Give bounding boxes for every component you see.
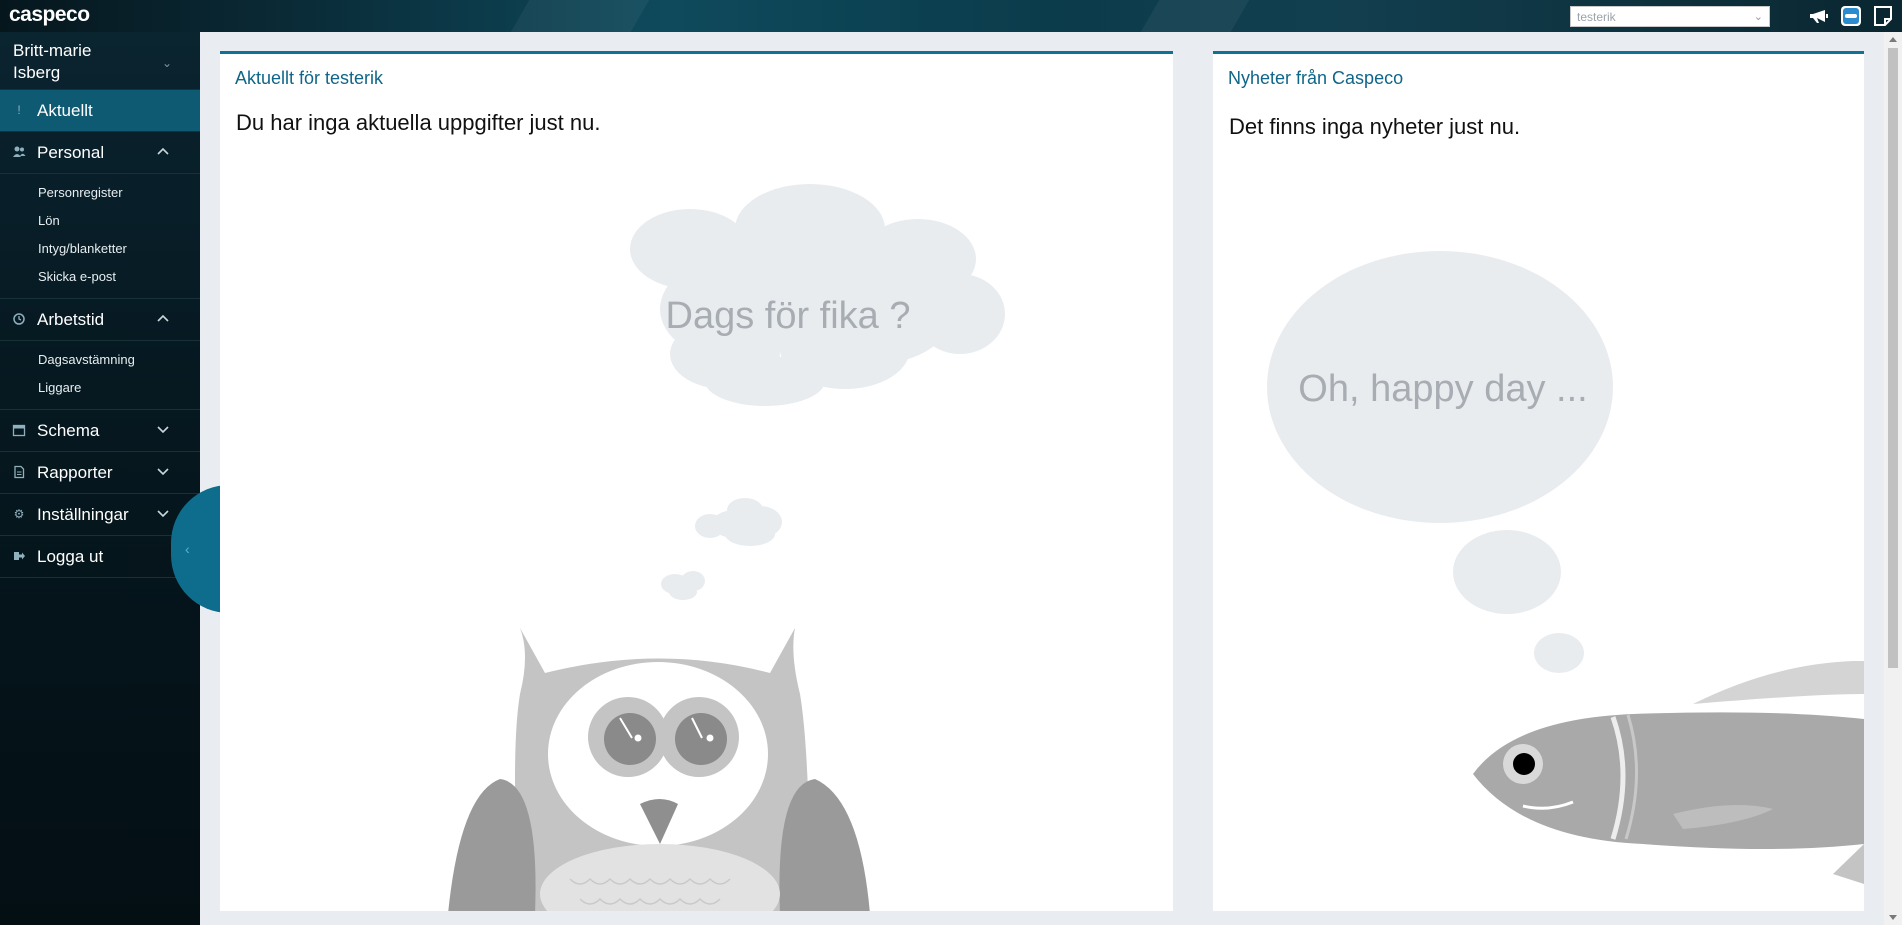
chevron-down-icon: ⌄ — [1753, 11, 1763, 23]
aktuellt-panel: Aktuellt för testerik Du har inga aktuel… — [220, 51, 1173, 911]
chevron-down-icon — [157, 468, 169, 476]
clock-icon — [13, 313, 25, 325]
sidebar-item-installningar[interactable]: ⚙ Inställningar — [0, 494, 200, 536]
sidebar-subitem[interactable]: Liggare — [0, 373, 200, 401]
thought-bubble-text: Oh, happy day ... — [1298, 368, 1587, 410]
sidebar-item-label: Personal — [37, 142, 105, 162]
sidebar-item-aktuellt[interactable]: ! Aktuellt — [0, 90, 200, 132]
arbetstid-submenu: Dagsavstämning Liggare — [0, 341, 200, 410]
chevron-down-icon — [157, 510, 169, 518]
sidebar-subitem[interactable]: Skicka e-post — [0, 262, 200, 290]
sidebar-item-label: Rapporter — [37, 462, 113, 482]
sidebar-item-label: Inställningar — [37, 504, 129, 524]
chevron-up-icon — [157, 314, 169, 322]
sidebar-item-rapporter[interactable]: Rapporter — [0, 452, 200, 494]
header-decoration — [510, 0, 650, 32]
gear-icon: ⚙ — [13, 507, 25, 521]
scroll-down-arrow[interactable] — [1889, 915, 1897, 920]
sidebar-item-arbetstid[interactable]: Arbetstid — [0, 299, 200, 341]
user-name-last: Isberg — [13, 63, 61, 82]
personal-submenu: Personregister Lön Intyg/blanketter Skic… — [0, 174, 200, 299]
sidebar-item-label: Schema — [37, 420, 100, 440]
header-decoration — [1140, 0, 1250, 32]
user-select[interactable]: testerik ⌄ — [1570, 6, 1770, 27]
user-select-value: testerik — [1577, 9, 1616, 24]
fish-illustration: Oh, happy day ... — [1267, 251, 1864, 884]
sidebar-item-personal[interactable]: Personal — [0, 132, 200, 174]
sidebar-subitem[interactable]: Personregister — [0, 178, 200, 206]
document-icon — [14, 465, 25, 479]
sidebar-item-label: Logga ut — [37, 546, 104, 566]
help-chat-icon[interactable] — [1840, 5, 1862, 27]
scroll-up-arrow[interactable] — [1889, 37, 1897, 42]
top-bar: caspeco testerik ⌄ — [0, 0, 1902, 32]
sidebar-item-label: Aktuellt — [37, 100, 93, 120]
thought-bubble-text: Dags för fika ? — [666, 295, 911, 337]
exclamation-icon: ! — [17, 103, 21, 117]
chevron-left-icon: ‹ — [185, 541, 190, 557]
chevron-up-icon — [157, 147, 169, 155]
sidebar-item-logga-ut[interactable]: Logga ut — [0, 536, 200, 578]
sidebar-item-label: Arbetstid — [37, 309, 105, 329]
user-menu[interactable]: Britt-marie Isberg ⌄ — [0, 32, 200, 90]
megaphone-icon[interactable] — [1807, 5, 1829, 27]
chevron-down-icon — [157, 426, 169, 434]
page-scrollbar[interactable] — [1884, 32, 1902, 925]
user-name-first: Britt-marie — [13, 41, 92, 60]
scroll-thumb[interactable] — [1888, 48, 1898, 668]
sidebar-subitem[interactable]: Intyg/blanketter — [0, 234, 200, 262]
nyheter-panel: Nyheter från Caspeco Det finns inga nyhe… — [1213, 51, 1864, 911]
sidebar-subitem[interactable]: Dagsavstämning — [0, 345, 200, 373]
logout-icon — [14, 552, 25, 560]
owl-illustration: Dags för fika ? — [448, 184, 1005, 911]
users-icon — [13, 146, 26, 157]
caspeco-logo[interactable]: caspeco — [9, 3, 90, 27]
note-icon[interactable] — [1872, 5, 1894, 27]
sidebar: Britt-marie Isberg ⌄ ! Aktuellt Personal… — [0, 32, 200, 925]
chevron-down-icon: ⌄ — [161, 56, 172, 70]
sidebar-subitem[interactable]: Lön — [0, 206, 200, 234]
sidebar-item-schema[interactable]: Schema — [0, 410, 200, 452]
calendar-icon — [12, 424, 26, 437]
